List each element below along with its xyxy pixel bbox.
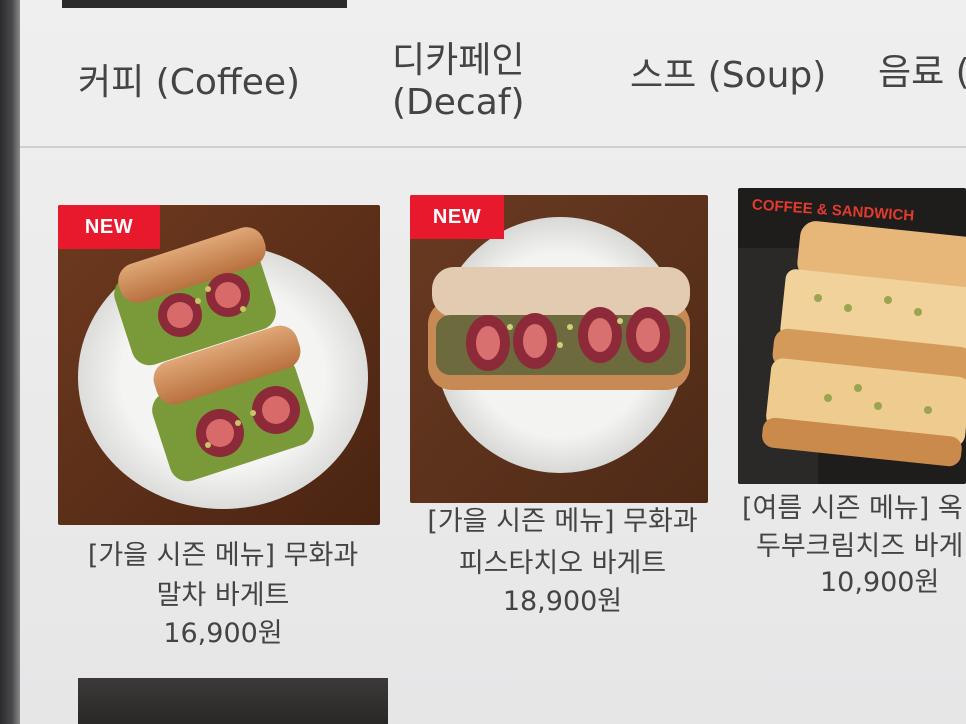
monitor-bezel <box>0 0 20 724</box>
tab-coffee[interactable]: 커피 (Coffee) <box>78 62 300 104</box>
product-photo-fig-matcha <box>58 205 380 525</box>
tab-decaf[interactable]: 디카페인 (Decaf) <box>392 40 525 124</box>
product-card-fig-pistachio[interactable]: NEW [가을 시즌 메뉴] 무화과 피스타치오 바게트 18,900원 <box>410 195 715 625</box>
tab-decaf-label-line2: (Decaf) <box>392 82 525 123</box>
product-image[interactable]: NEW <box>410 195 708 503</box>
category-tab-bar: 커피 (Coffee) 디카페인 (Decaf) 스프 (Soup) 음료 (D <box>20 0 966 150</box>
active-tab-indicator <box>62 0 347 8</box>
product-price: 18,900원 <box>502 586 623 617</box>
tab-divider <box>20 146 966 148</box>
product-image[interactable]: COFFEE & SANDWICH <box>738 188 966 484</box>
product-title-line1: [가을 시즌 메뉴] 무화과 <box>87 540 359 571</box>
product-title-line2: 두부크림치즈 바게 <box>756 531 964 562</box>
tab-drink[interactable]: 음료 (D <box>878 52 966 94</box>
tab-soup[interactable]: 스프 (Soup) <box>630 55 826 97</box>
product-title-line2: 피스타치오 바게트 <box>458 548 667 579</box>
product-photo-fig-pistachio <box>410 195 708 503</box>
product-image[interactable]: NEW <box>58 205 380 525</box>
product-price: 16,900원 <box>163 618 283 649</box>
product-title-line1: [가을 시즌 메뉴] 무화과 <box>427 506 698 537</box>
product-photo-tofu-cream-cheese: COFFEE & SANDWICH <box>738 188 966 484</box>
next-row-product-image[interactable] <box>78 678 388 724</box>
product-price: 10,900원 <box>820 567 940 598</box>
new-badge: NEW <box>410 195 504 239</box>
tab-decaf-label-line1: 디카페인 <box>392 40 525 81</box>
product-card-tofu-cream-cheese[interactable]: COFFEE & SANDWICH [여름 시즌 메뉴] 옥 두부크림치즈 바게… <box>738 188 966 608</box>
new-badge: NEW <box>58 205 160 249</box>
product-card-fig-matcha[interactable]: NEW [가을 시즌 메뉴] 무화과 말차 바게트 16,900원 <box>58 205 388 655</box>
product-title-line2: 말차 바게트 <box>156 580 290 611</box>
product-title-line1: [여름 시즌 메뉴] 옥 <box>742 493 963 524</box>
screen: 커피 (Coffee) 디카페인 (Decaf) 스프 (Soup) 음료 (D <box>0 0 966 724</box>
